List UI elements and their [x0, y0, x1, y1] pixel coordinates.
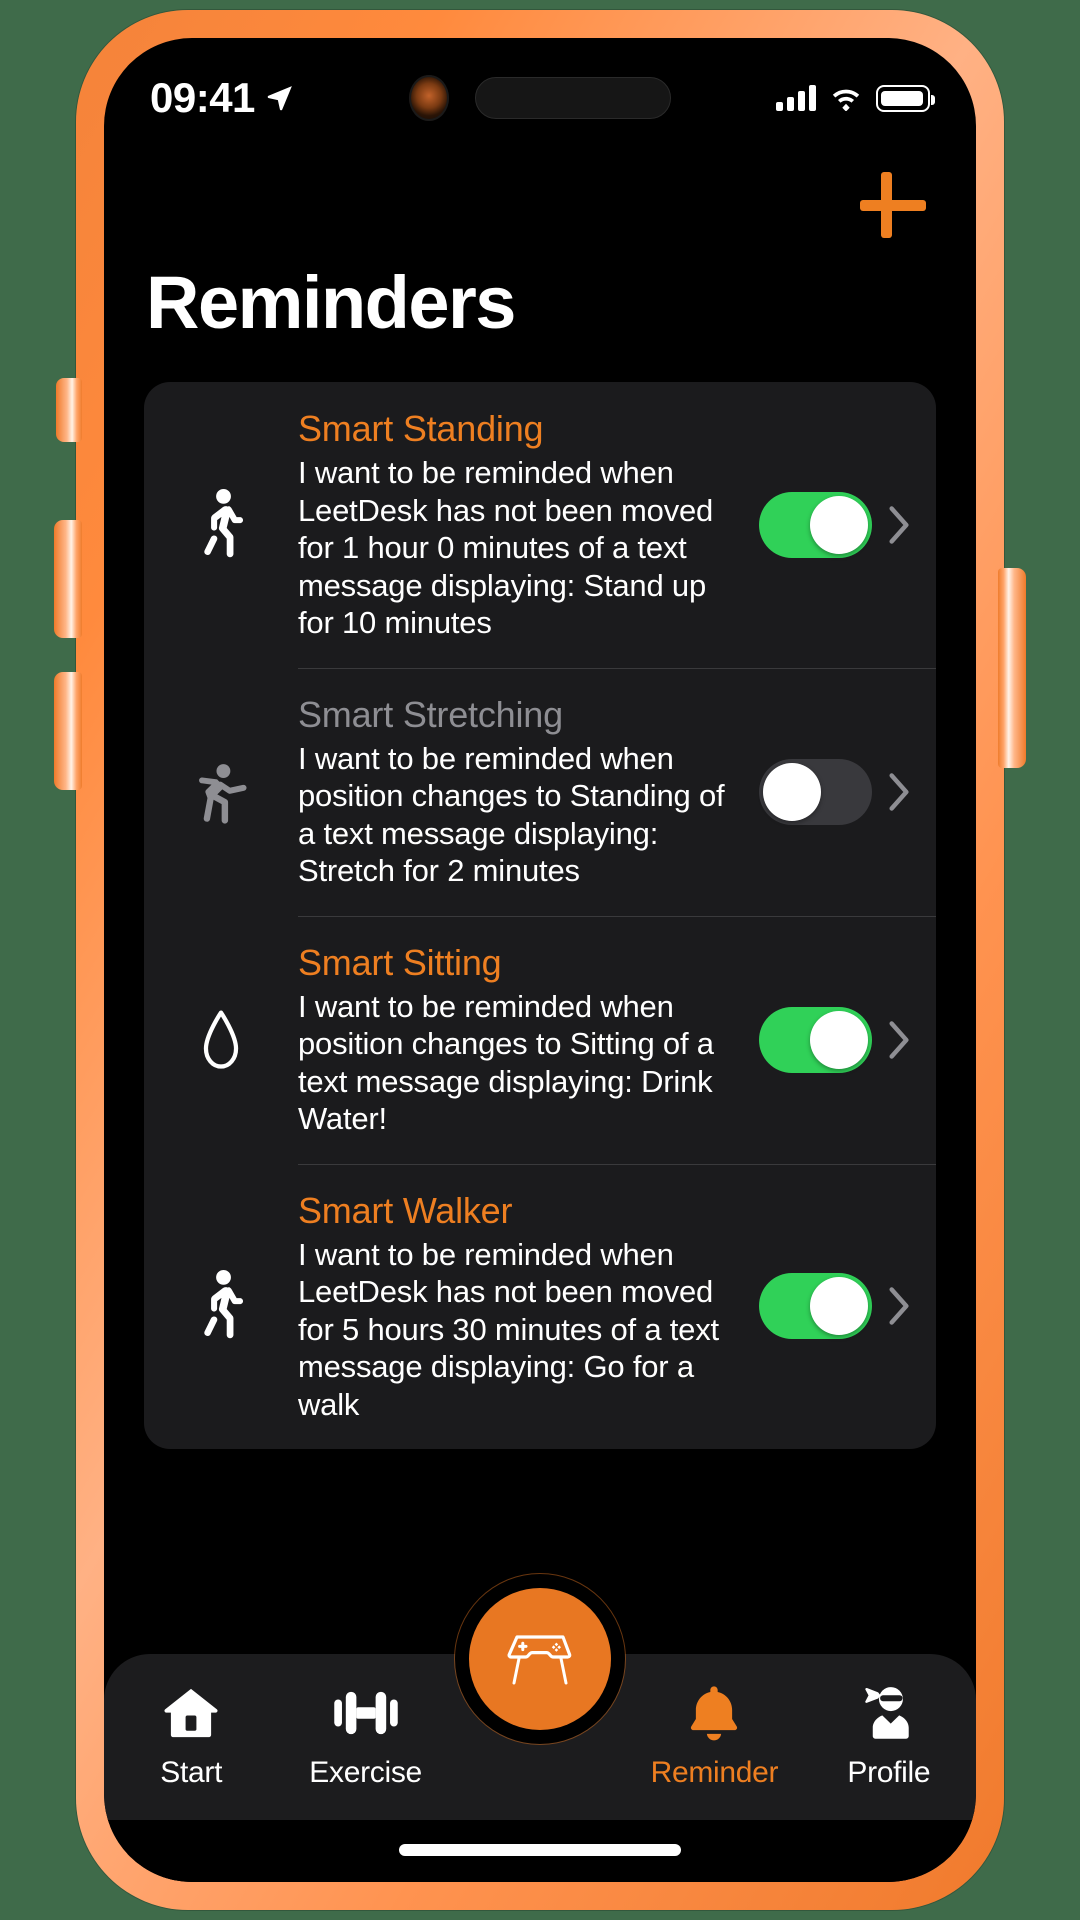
reminder-row-smart-stretching[interactable]: Smart Stretching I want to be reminded w…	[144, 667, 936, 916]
volume-up-button[interactable]	[54, 520, 82, 638]
toggle-knob	[810, 495, 868, 554]
tab-label: Profile	[847, 1756, 931, 1789]
chevron-right-icon[interactable]	[882, 1017, 916, 1063]
cellular-signal-icon	[776, 85, 816, 111]
home-icon	[162, 1682, 220, 1744]
tab-label: Reminder	[650, 1756, 779, 1789]
dynamic-island	[475, 77, 671, 119]
desk-controller-icon	[507, 1635, 572, 1685]
reminder-title: Smart Standing	[298, 408, 544, 449]
toggle-knob	[810, 1277, 868, 1336]
desk-control-fab-button[interactable]	[469, 1588, 611, 1730]
location-arrow-icon	[267, 86, 292, 111]
add-reminder-button[interactable]	[854, 166, 932, 244]
front-camera-icon	[409, 75, 449, 121]
reminder-text-block: Smart Sitting I want to be reminded when…	[298, 942, 759, 1138]
ninja-person-icon	[860, 1682, 918, 1744]
reminder-row-smart-standing[interactable]: Smart Standing I want to be reminded whe…	[144, 382, 936, 668]
reminder-description: I want to be reminded when position chan…	[298, 988, 714, 1137]
tab-label: Exercise	[309, 1756, 422, 1789]
reminder-description: I want to be reminded when position chan…	[298, 740, 725, 889]
battery-full-icon	[876, 84, 935, 112]
silent-switch-button[interactable]	[56, 378, 82, 442]
status-bar-center	[400, 75, 680, 121]
reminder-row-smart-sitting[interactable]: Smart Sitting I want to be reminded when…	[144, 915, 936, 1164]
plus-icon-horizontal	[860, 200, 926, 211]
tab-reminder[interactable]: Reminder	[627, 1654, 801, 1790]
reminder-description: I want to be reminded when LeetDesk has …	[298, 455, 714, 640]
volume-down-button[interactable]	[54, 672, 82, 790]
power-button[interactable]	[998, 568, 1026, 768]
dumbbell-icon	[333, 1682, 399, 1744]
chevron-right-icon[interactable]	[882, 1283, 916, 1329]
reminder-toggle[interactable]	[759, 758, 872, 825]
status-bar-left: 09:41	[150, 77, 400, 119]
toggle-knob	[810, 1010, 868, 1069]
status-bar: 09:41	[104, 38, 976, 158]
reminder-text-block: Smart Walker I want to be reminded when …	[298, 1190, 759, 1424]
walking-person-icon	[144, 1269, 298, 1343]
reminder-text-block: Smart Standing I want to be reminded whe…	[298, 408, 759, 642]
reminder-row-smart-walker[interactable]: Smart Walker I want to be reminded when …	[144, 1163, 936, 1450]
plus-icon-vertical	[881, 172, 892, 238]
reminder-toggle[interactable]	[759, 491, 872, 558]
reminder-title: Smart Stretching	[298, 693, 563, 735]
chevron-right-icon[interactable]	[882, 502, 916, 548]
reminder-toggle[interactable]	[759, 1273, 872, 1340]
water-drop-icon	[144, 1006, 298, 1074]
toggle-knob	[763, 762, 821, 821]
wifi-icon	[832, 89, 860, 111]
chevron-right-icon[interactable]	[882, 769, 916, 815]
tab-profile[interactable]: Profile	[802, 1654, 976, 1790]
screenshot-stage: 09:41 Reminders Smart Standing I want to…	[0, 0, 1080, 1920]
bell-icon	[687, 1682, 741, 1744]
reminders-card: Smart Standing I want to be reminded whe…	[144, 382, 936, 1449]
status-time: 09:41	[150, 74, 255, 121]
tab-label: Start	[160, 1756, 223, 1789]
walking-person-icon	[144, 488, 298, 562]
tab-start[interactable]: Start	[104, 1654, 278, 1790]
reminder-title: Smart Sitting	[298, 941, 502, 983]
status-bar-right	[680, 84, 935, 112]
reminder-title: Smart Walker	[298, 1189, 513, 1231]
reminder-description: I want to be reminded when LeetDesk has …	[298, 1236, 719, 1422]
tab-exercise[interactable]: Exercise	[278, 1654, 452, 1790]
reminder-toggle[interactable]	[759, 1006, 872, 1073]
home-indicator	[399, 1844, 681, 1856]
reminder-text-block: Smart Stretching I want to be reminded w…	[298, 694, 759, 890]
page-title: Reminders	[146, 261, 516, 344]
stretching-person-icon	[144, 755, 298, 829]
phone-screen: 09:41 Reminders Smart Standing I want to…	[104, 38, 976, 1882]
